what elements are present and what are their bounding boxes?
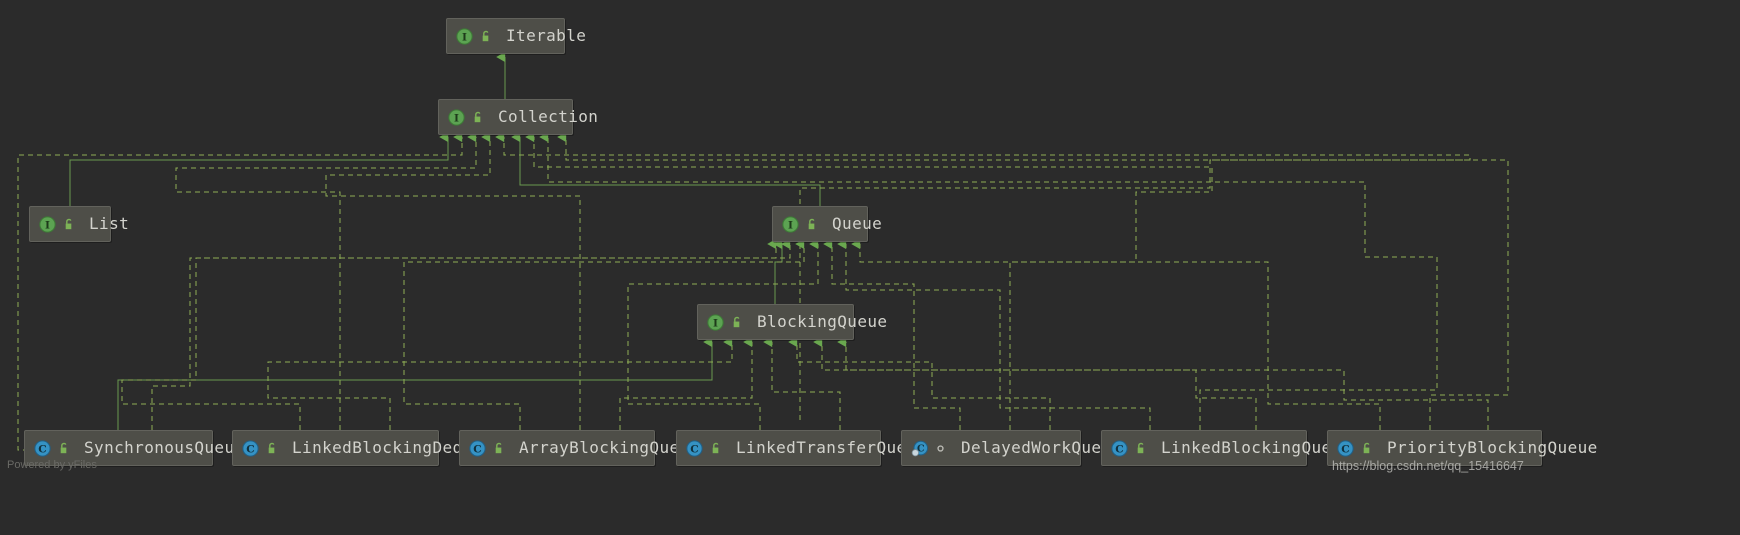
edge-abq-collection xyxy=(325,131,581,430)
node-arrayblockingqueue[interactable]: C ArrayBlockingQueue xyxy=(459,430,699,466)
public-lock-icon xyxy=(799,217,819,232)
svg-text:C: C xyxy=(473,442,481,455)
svg-text:I: I xyxy=(45,218,50,231)
class-icon: C xyxy=(242,439,259,457)
class-icon: C xyxy=(1337,439,1354,457)
class-icon: C xyxy=(1111,439,1128,457)
node-linkedblockingdeque[interactable]: C LinkedBlockingDeque xyxy=(232,430,482,466)
node-delayedworkqueue[interactable]: C DelayedWorkQueue xyxy=(901,430,1121,466)
inner-class-icon: C xyxy=(911,440,928,457)
node-linkedtransferqueue[interactable]: C LinkedTransferQueue xyxy=(676,430,926,466)
node-iterable[interactable]: I Iterable xyxy=(446,18,586,54)
public-lock-icon xyxy=(259,441,279,456)
node-list[interactable]: I List xyxy=(29,206,129,242)
public-lock-icon xyxy=(56,217,76,232)
svg-text:I: I xyxy=(713,316,718,329)
public-lock-icon xyxy=(1128,441,1148,456)
edge-ltq-collection xyxy=(495,131,1471,420)
edge-dwq-blockingqueue xyxy=(788,336,1051,430)
svg-text:I: I xyxy=(462,30,467,43)
svg-text:C: C xyxy=(690,442,698,455)
class-icon: C xyxy=(34,439,51,457)
node-label-linkedtransferqueue: LinkedTransferQueue xyxy=(736,438,927,457)
edge-synchronousqueue-blockingqueue xyxy=(117,336,713,430)
edge-dwq-collection xyxy=(525,131,1213,430)
edge-pbq-collection xyxy=(557,131,1509,430)
node-collection[interactable]: I Collection xyxy=(438,99,598,135)
class-icon: C xyxy=(686,439,703,457)
node-synchronousqueue[interactable]: C SynchronousQueue xyxy=(24,430,244,466)
edge-blockingqueue-queue xyxy=(773,238,783,304)
interface-icon: I xyxy=(448,108,465,126)
class-icon: C xyxy=(469,439,486,457)
node-label-iterable: Iterable xyxy=(506,26,587,45)
edge-sq-collection xyxy=(17,131,463,451)
public-lock-icon xyxy=(1354,441,1374,456)
edge-queue-collection xyxy=(511,131,821,206)
node-label-synchronousqueue: SynchronousQueue xyxy=(84,438,245,457)
svg-text:C: C xyxy=(38,442,46,455)
interface-icon: I xyxy=(456,27,473,45)
node-priorityblockingqueue[interactable]: C PriorityBlockingQueue xyxy=(1327,430,1597,466)
public-lock-icon xyxy=(51,441,71,456)
interface-icon: I xyxy=(707,313,724,331)
node-label-queue: Queue xyxy=(832,214,883,233)
node-label-linkedblockingdeque: LinkedBlockingDeque xyxy=(292,438,483,457)
svg-text:C: C xyxy=(246,442,254,455)
public-lock-icon xyxy=(703,441,723,456)
public-lock-icon xyxy=(724,315,744,330)
edge-lbd-collection xyxy=(175,131,477,430)
package-private-dot-icon xyxy=(928,441,948,456)
node-label-delayedworkqueue: DelayedWorkQueue xyxy=(961,438,1122,457)
node-label-arrayblockingqueue: ArrayBlockingQueue xyxy=(519,438,700,457)
public-lock-icon xyxy=(486,441,506,456)
edge-lbd-blockingqueue xyxy=(267,336,733,430)
svg-text:C: C xyxy=(1115,442,1123,455)
node-label-priorityblockingqueue: PriorityBlockingQueue xyxy=(1387,438,1598,457)
node-linkedblockingqueue[interactable]: C LinkedBlockingQueue xyxy=(1101,430,1351,466)
edge-ltq-blockingqueue xyxy=(763,336,841,430)
edge-pbq-queue xyxy=(851,238,1381,430)
public-lock-icon xyxy=(465,110,485,125)
svg-text:I: I xyxy=(788,218,793,231)
edge-abq-blockingqueue xyxy=(619,336,753,430)
node-label-linkedblockingqueue: LinkedBlockingQueue xyxy=(1161,438,1352,457)
edge-lbq-blockingqueue xyxy=(813,336,1257,430)
edge-lbd-queue xyxy=(121,238,791,430)
edge-list-collection xyxy=(69,131,449,206)
node-blockingqueue[interactable]: I BlockingQueue xyxy=(697,304,887,340)
edge-sq-queue xyxy=(151,238,777,430)
uml-diagram-canvas[interactable]: I Iterable I Collection I List I Queue I… xyxy=(0,0,1740,535)
public-lock-icon xyxy=(473,29,493,44)
node-label-list: List xyxy=(89,214,130,233)
interface-icon: I xyxy=(782,215,799,233)
edge-lbq-queue xyxy=(837,238,1151,430)
edge-pbq-blockingqueue xyxy=(837,336,1489,430)
interface-icon: I xyxy=(39,215,56,233)
svg-text:C: C xyxy=(1341,442,1349,455)
node-label-blockingqueue: BlockingQueue xyxy=(757,312,888,331)
svg-text:I: I xyxy=(454,111,459,124)
node-label-collection: Collection xyxy=(498,107,599,126)
node-queue[interactable]: I Queue xyxy=(772,206,882,242)
edge-lbq-collection xyxy=(539,131,1438,430)
